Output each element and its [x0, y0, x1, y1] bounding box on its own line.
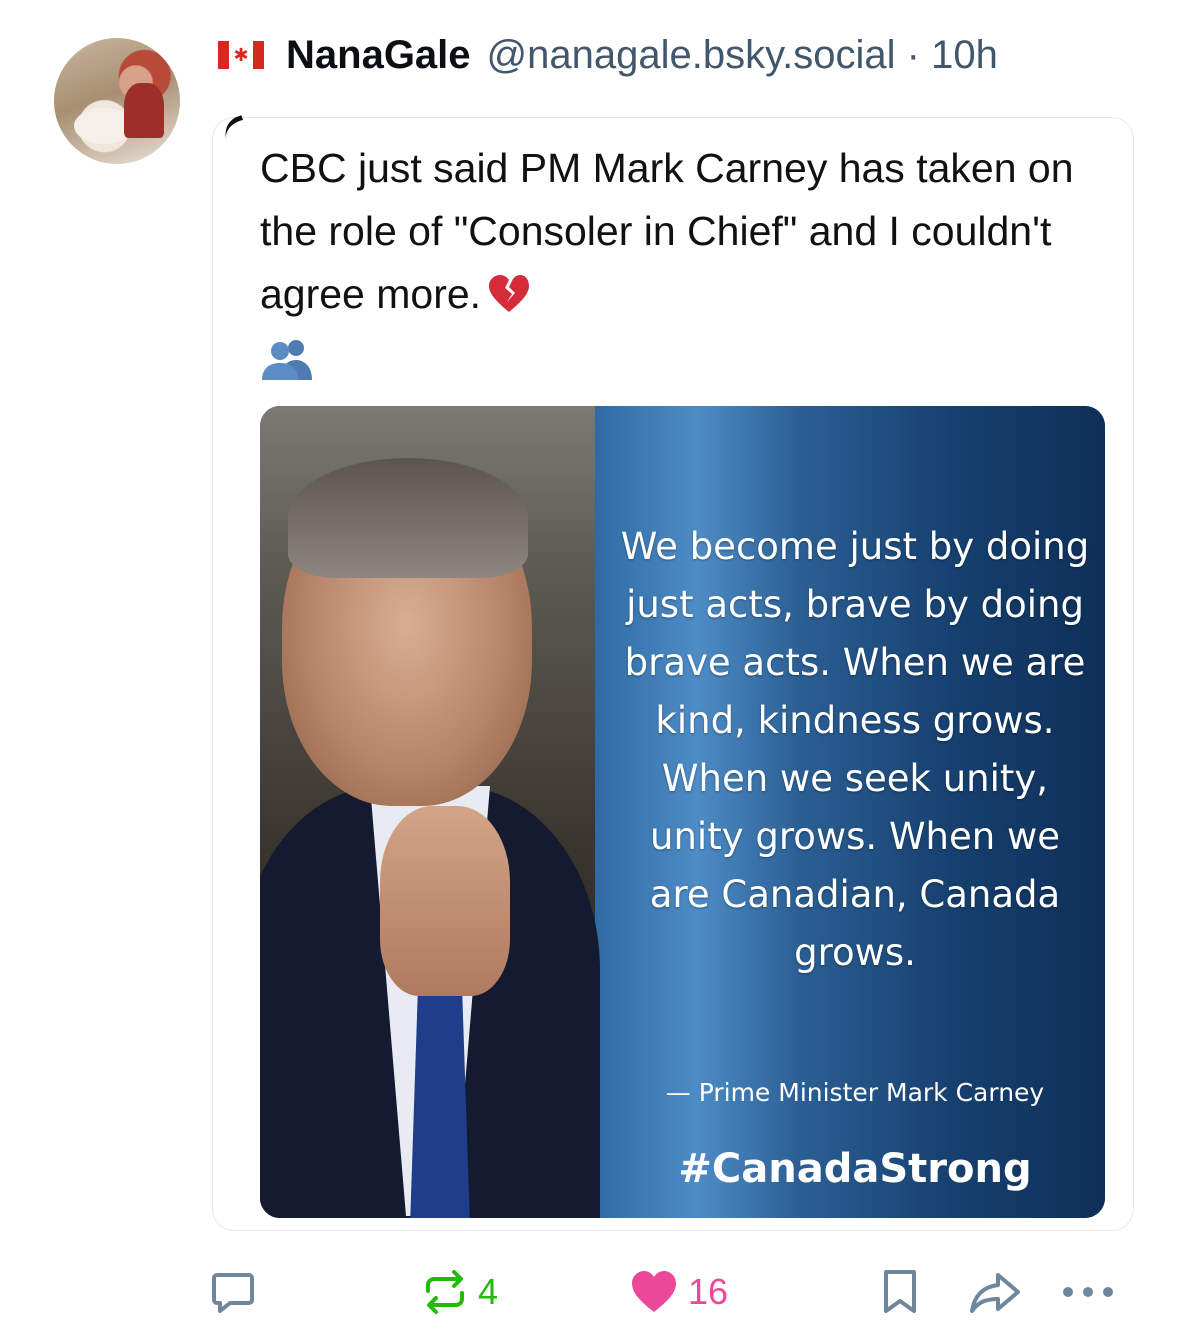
reply-icon — [212, 1273, 254, 1313]
post-actions: 4 16 — [0, 1262, 1179, 1322]
author-handle[interactable]: @nanagale.bsky.social · 10h — [487, 33, 998, 78]
repost-icon — [426, 1270, 464, 1314]
image-hashtag: #CanadaStrong — [678, 1146, 1032, 1192]
post-header: ✱ NanaGale @nanagale.bsky.social · 10h — [218, 30, 998, 80]
share-button[interactable] — [968, 1262, 1022, 1322]
post-age: 10h — [931, 32, 998, 77]
post: ✱ NanaGale @nanagale.bsky.social · 10h C… — [0, 0, 1179, 1337]
like-count: 16 — [688, 1271, 729, 1312]
like-button[interactable]: 16 — [630, 1262, 728, 1322]
author-avatar[interactable] — [54, 38, 180, 164]
more-icon — [1063, 1287, 1113, 1297]
author-name[interactable]: NanaGale — [286, 33, 471, 78]
canada-flag-icon: ✱ — [218, 41, 264, 69]
bookmark-icon — [884, 1270, 916, 1313]
image-attribution: — Prime Minister Mark Carney — [665, 1078, 1045, 1107]
repost-count: 4 — [478, 1271, 499, 1312]
broken-heart-icon — [489, 275, 530, 312]
post-text: CBC just said PM Mark Carney has taken o… — [260, 145, 1074, 317]
share-icon — [970, 1273, 1020, 1313]
post-image[interactable]: We become just by doing just acts, brave… — [260, 406, 1105, 1218]
heart-icon — [632, 1271, 676, 1312]
reply-button[interactable] — [208, 1262, 258, 1322]
bookmark-button[interactable] — [880, 1262, 920, 1322]
more-options-button[interactable] — [1058, 1262, 1118, 1322]
busts-in-silhouette-icon — [262, 340, 312, 380]
image-quote: We become just by doing just acts, brave… — [620, 525, 1090, 974]
repost-button[interactable]: 4 — [422, 1262, 498, 1322]
